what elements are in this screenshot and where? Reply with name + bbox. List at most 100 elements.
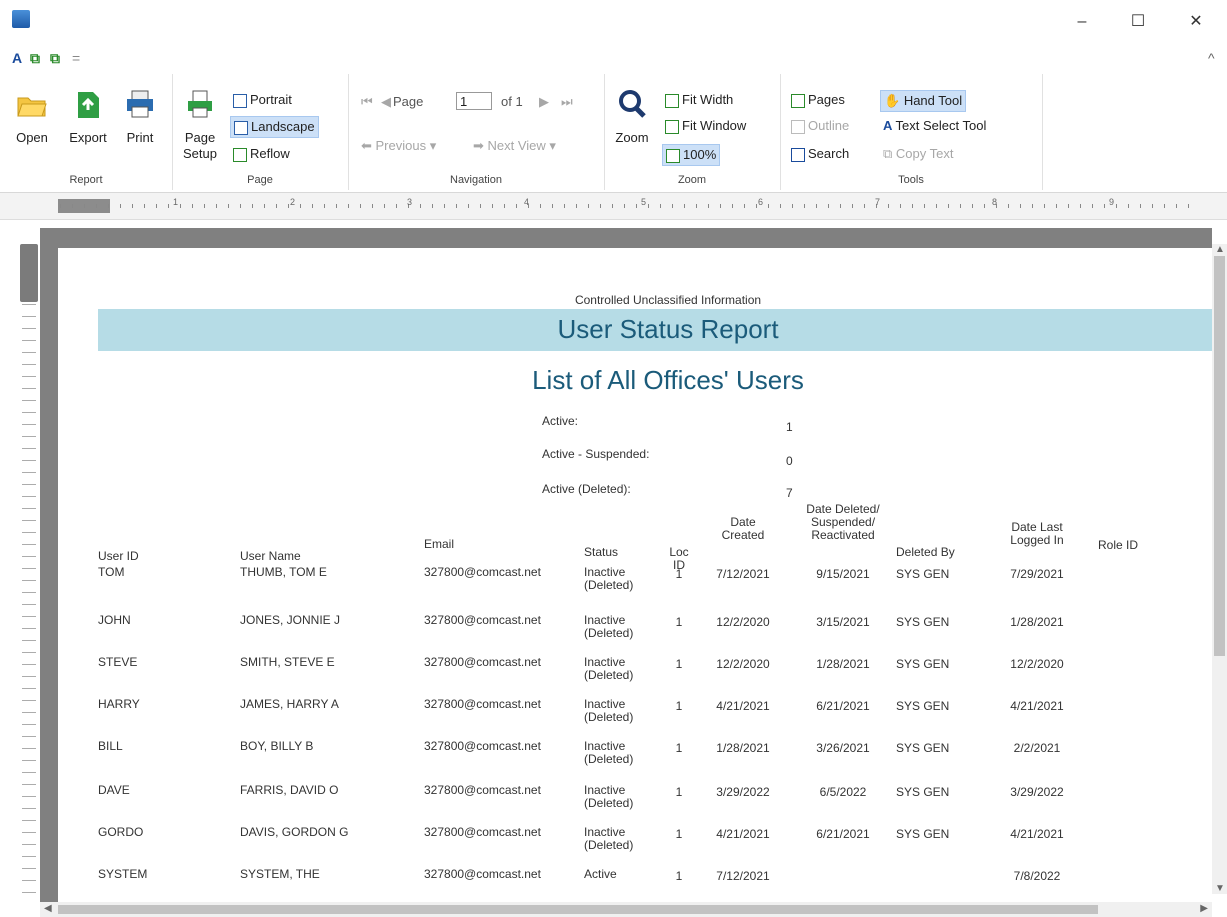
- magnifier-icon: [619, 90, 646, 118]
- tools-group: Pages Outline Search ✋ Hand Tool A Text …: [780, 74, 1043, 190]
- copy-text-button[interactable]: ⧉ Copy Text: [880, 144, 956, 164]
- export-button[interactable]: Export: [62, 88, 114, 146]
- close-button[interactable]: ✕: [1176, 8, 1216, 36]
- report-viewer[interactable]: Controlled Unclassified Information User…: [40, 228, 1212, 908]
- table-cell: SYS GEN: [896, 785, 950, 799]
- search-button[interactable]: Search: [788, 144, 852, 164]
- scroll-up-icon[interactable]: ▲: [1215, 244, 1225, 255]
- table-cell: 7/12/2021: [716, 567, 770, 581]
- table-cell: Inactive (Deleted): [584, 783, 634, 810]
- vertical-scroll-thumb[interactable]: [1214, 256, 1225, 656]
- table-cell: 1: [675, 785, 683, 799]
- table-cell: SMITH, STEVE E: [240, 655, 335, 669]
- text-select-tool-button[interactable]: A Text Select Tool: [880, 116, 989, 136]
- search-label: Search: [808, 146, 850, 161]
- reflow-icon: [233, 147, 247, 162]
- zoom-button[interactable]: Zoom: [612, 88, 652, 146]
- table-cell: 9/15/2021: [816, 567, 870, 581]
- summary-suspended-label: Active - Suspended:: [542, 447, 650, 461]
- table-cell: SYS GEN: [896, 827, 950, 841]
- outline-button[interactable]: Outline: [788, 116, 852, 136]
- scroll-right-icon[interactable]: ▶: [1200, 903, 1208, 914]
- table-cell: BILL: [98, 739, 123, 753]
- fit-window-button[interactable]: Fit Window: [662, 116, 749, 136]
- ruler-ticks: [60, 204, 1197, 208]
- hand-tool-button[interactable]: ✋ Hand Tool: [880, 90, 967, 112]
- previous-view-button[interactable]: ⬅ Previous ▾: [358, 136, 439, 156]
- zoom-100-button[interactable]: 100%: [662, 144, 721, 166]
- export-icon: [78, 92, 99, 118]
- last-page-button[interactable]: ⏭: [558, 92, 576, 112]
- landscape-button[interactable]: Landscape: [230, 116, 319, 138]
- column-header: User ID: [98, 549, 139, 563]
- pages-icon: [791, 93, 805, 108]
- table-cell: 1: [675, 699, 683, 713]
- classification-banner: Controlled Unclassified Information: [574, 293, 762, 307]
- landscape-label: Landscape: [251, 119, 315, 134]
- horizontal-scroll-thumb[interactable]: [58, 905, 1098, 914]
- table-cell: 1: [675, 827, 683, 841]
- report-title: User Status Report: [557, 314, 779, 344]
- vertical-scrollbar[interactable]: ▲ ▼: [1212, 244, 1227, 894]
- landscape-icon: [234, 120, 248, 135]
- page-setup-icon: [188, 90, 212, 118]
- navigation-group: ⏮ ◀ Page 1 of 1 ▶ ⏭ ⬅ Previous ▾ ➡ Next …: [348, 74, 605, 190]
- first-page-button[interactable]: ⏮: [358, 92, 376, 112]
- table-cell: THUMB, TOM E: [240, 565, 327, 579]
- report-subtitle: List of All Offices' Users: [532, 365, 804, 395]
- table-cell: 1: [675, 741, 683, 755]
- table-cell: 7/12/2021: [716, 869, 770, 883]
- ruler-number: 5: [641, 197, 647, 207]
- qat-customize-icon[interactable]: =: [72, 50, 80, 66]
- portrait-label: Portrait: [250, 92, 292, 107]
- qat-text-icon[interactable]: A: [12, 50, 22, 66]
- minimize-button[interactable]: –: [1062, 8, 1102, 36]
- ruler-number: 1: [173, 197, 179, 207]
- table-cell: 1/28/2021: [716, 741, 770, 755]
- pages-button[interactable]: Pages: [788, 90, 848, 110]
- page-word-label: Page: [393, 94, 424, 109]
- summary-suspended-value: 0: [786, 454, 793, 468]
- scroll-left-icon[interactable]: ◀: [44, 903, 52, 914]
- reflow-button[interactable]: Reflow: [230, 144, 293, 164]
- fit-width-button[interactable]: Fit Width: [662, 90, 736, 110]
- page-count-label: of 1: [501, 94, 523, 109]
- maximize-button[interactable]: ☐: [1118, 8, 1158, 36]
- summary-deleted-label: Active (Deleted):: [542, 482, 631, 496]
- ribbon-collapse-icon[interactable]: ^: [1208, 50, 1215, 66]
- print-button[interactable]: Print: [120, 88, 160, 146]
- column-header: Email: [424, 537, 455, 551]
- ruler-number: 9: [1109, 197, 1115, 207]
- table-cell: SYS GEN: [896, 657, 950, 671]
- column-header: Status: [584, 545, 619, 559]
- outline-label: Outline: [808, 118, 850, 133]
- page-setup-button[interactable]: Page Setup: [178, 88, 222, 162]
- table-cell: Inactive (Deleted): [584, 655, 634, 682]
- table-cell: 12/2/2020: [716, 615, 770, 629]
- ribbon: Open Export Print Report Page Setup Port…: [0, 72, 1227, 193]
- portrait-button[interactable]: Portrait: [230, 90, 295, 110]
- fit-width-label: Fit Width: [682, 92, 734, 107]
- report-group: Open Export Print Report: [0, 74, 173, 190]
- qat-preview2-icon[interactable]: ⧉: [50, 50, 60, 67]
- table-cell: DAVE: [98, 783, 130, 797]
- title-bar: – ☐ ✕: [0, 0, 1227, 44]
- horizontal-scrollbar[interactable]: ◀ ▶: [40, 902, 1212, 917]
- reflow-label: Reflow: [250, 146, 290, 161]
- app-icon: [12, 10, 30, 28]
- next-view-button[interactable]: ➡ Next View ▾: [470, 136, 559, 156]
- open-button[interactable]: Open: [10, 88, 54, 146]
- table-cell: 327800@comcast.net: [424, 825, 541, 839]
- page-number-input[interactable]: 1: [456, 92, 492, 110]
- next-page-button[interactable]: ▶: [536, 92, 552, 112]
- tools-group-label: Tools: [898, 174, 924, 186]
- table-cell: 4/21/2021: [1010, 827, 1064, 841]
- table-cell: 6/5/2022: [819, 785, 867, 799]
- zoom-group: Zoom Fit Width Fit Window 100% Zoom: [604, 74, 781, 190]
- qat-preview-icon[interactable]: ⧉: [30, 50, 40, 67]
- table-cell: JONES, JONNIE J: [240, 613, 341, 627]
- scroll-down-icon[interactable]: ▼: [1215, 883, 1225, 894]
- table-cell: JOHN: [98, 613, 131, 627]
- table-cell: GORDO: [98, 825, 144, 839]
- table-cell: 7/29/2021: [1010, 567, 1064, 581]
